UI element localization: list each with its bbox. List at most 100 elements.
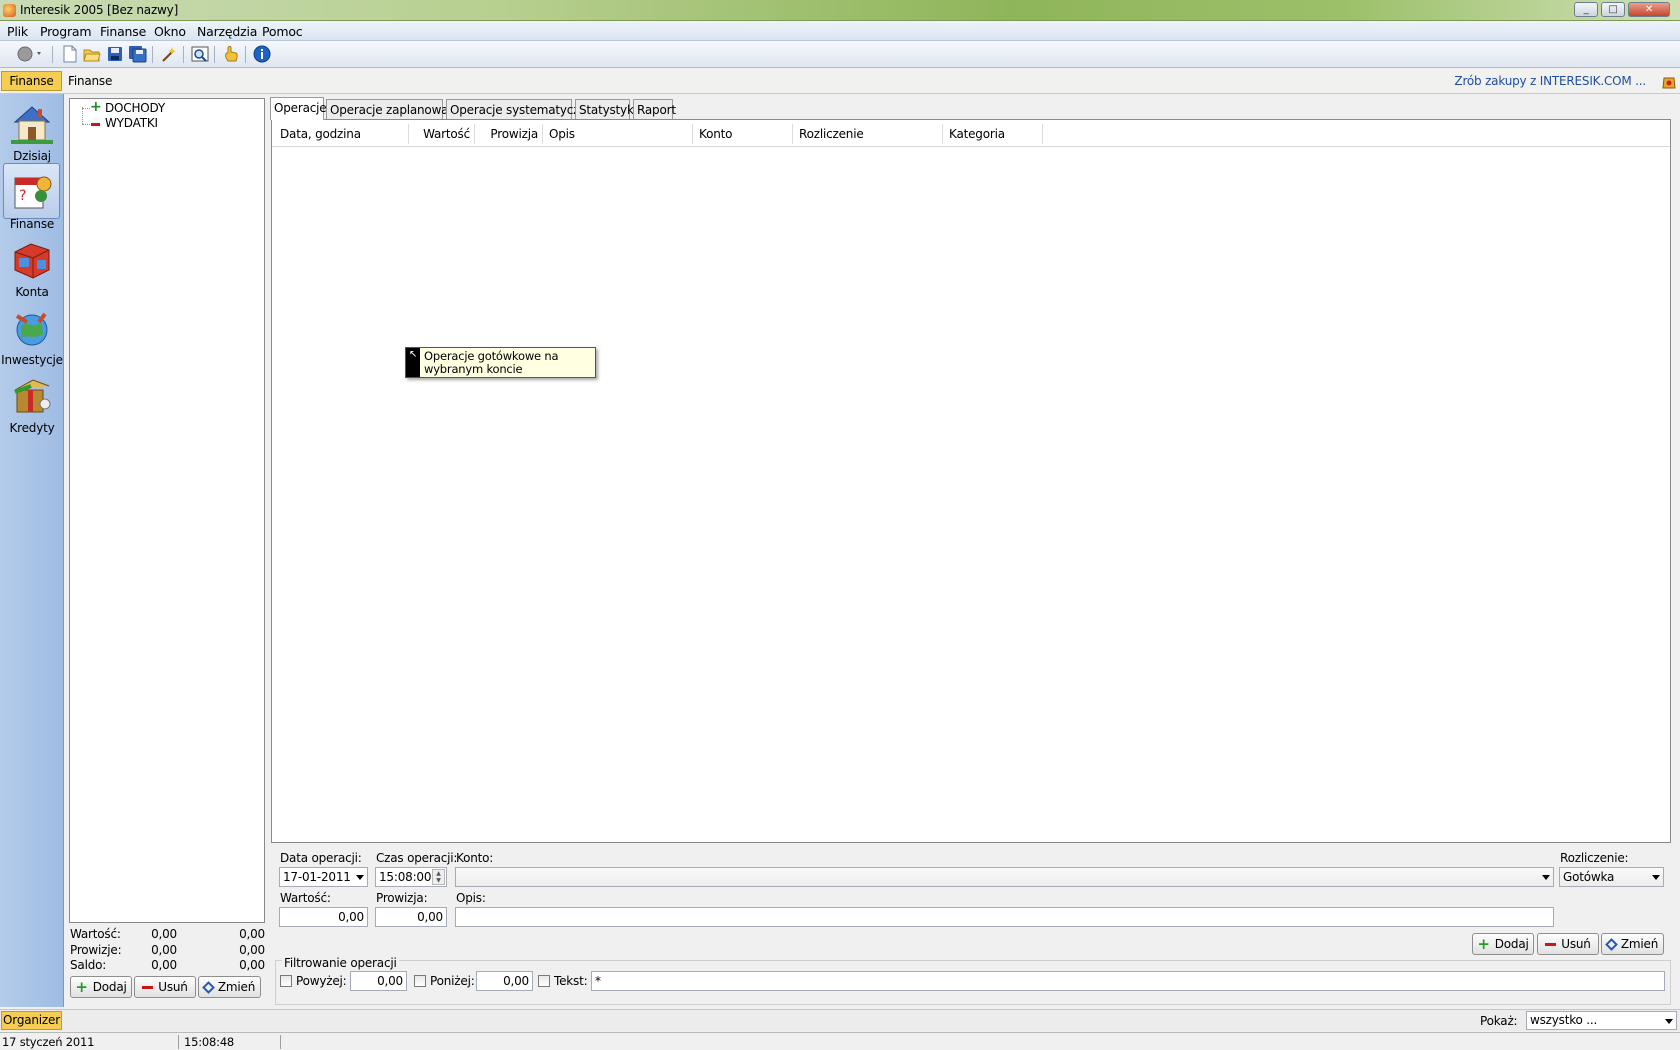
chevron-down-icon <box>1652 875 1660 880</box>
time-spinner[interactable]: 15:08:00 ▲ ▼ <box>375 867 447 887</box>
hand-icon[interactable] <box>222 45 240 63</box>
text-filter-input[interactable]: * <box>591 971 1665 991</box>
column-header[interactable]: Opis <box>543 124 693 144</box>
nav-item-dzisiaj[interactable]: Dzisiaj <box>0 100 64 166</box>
below-checkbox[interactable] <box>414 975 426 987</box>
section-tab-finanse[interactable]: Finanse <box>1 71 62 91</box>
value-label: Wartość: <box>280 891 331 905</box>
description-input[interactable] <box>455 907 1554 927</box>
totals-value-a: 0,00 <box>151 943 177 957</box>
column-header[interactable]: Kategoria <box>943 124 1043 144</box>
promo-link[interactable]: Zrób zakupy z INTERESIK.COM ... <box>1454 74 1646 88</box>
svg-text:?: ? <box>19 188 26 204</box>
plus-icon: + <box>1477 935 1490 953</box>
tab-statystyki[interactable]: Statystyki <box>575 99 637 119</box>
new-file-icon[interactable] <box>61 45 79 63</box>
account-select[interactable] <box>455 867 1554 887</box>
status-time: 15:08:48 <box>184 1035 235 1049</box>
nav-item-finanse[interactable]: ? Finanse <box>0 163 64 234</box>
accounts-box-icon <box>11 238 53 280</box>
below-label: Poniżej: <box>430 974 475 988</box>
tree-item-wydatki[interactable]: WYDATKI <box>105 116 158 130</box>
tab-operacje[interactable]: Operacje <box>270 97 327 120</box>
menu-narzedzia[interactable]: Narzędzia <box>197 24 257 39</box>
organizer-tab[interactable]: Organizer <box>1 1011 62 1030</box>
description-label: Opis: <box>456 891 486 905</box>
show-select[interactable]: wszystko ... <box>1526 1011 1677 1030</box>
menu-plik[interactable]: Plik <box>7 24 28 39</box>
text-label: Tekst: <box>554 974 588 988</box>
button-label: Zmień <box>217 980 256 994</box>
wand-icon[interactable] <box>160 45 178 63</box>
table-header: Data, godzina Wartość Prowizja Opis Kont… <box>272 120 1670 147</box>
column-header[interactable]: Prowizja <box>475 124 543 144</box>
operations-table: Data, godzina Wartość Prowizja Opis Kont… <box>271 119 1671 843</box>
column-header[interactable]: Wartość <box>409 124 475 144</box>
column-header[interactable]: Konto <box>693 124 793 144</box>
menu-program[interactable]: Program <box>40 24 92 39</box>
nav-label: Konta <box>15 285 49 299</box>
tree-add-button[interactable]: + Dodaj <box>70 976 132 998</box>
nav-item-kredyty[interactable]: Kredyty <box>0 372 64 438</box>
totals-value-b: 0,00 <box>239 958 265 972</box>
arrow-icon: ↖ <box>406 348 420 377</box>
menu-bar: Plik Program Finanse Okno Narzędzia Pomo… <box>0 21 1680 41</box>
minus-icon <box>91 123 100 126</box>
tab-operacje-systematyczne[interactable]: Operacje systematyczne <box>446 99 594 119</box>
value-input[interactable]: 0,00 <box>279 907 368 927</box>
totals-panel: Wartość: 0,00 0,00 Prowizje: 0,00 0,00 S… <box>69 925 265 975</box>
remove-operation-button[interactable]: Usuń <box>1537 933 1599 955</box>
open-folder-icon[interactable] <box>83 45 101 63</box>
tab-raport[interactable]: Raport <box>633 99 676 119</box>
diamond-icon <box>1605 937 1618 951</box>
tooltip: ↖ Operacje gotówkowe na wybranym koncie <box>405 347 596 378</box>
preview-icon[interactable] <box>191 45 209 63</box>
minimize-button[interactable]: _ <box>1574 2 1598 17</box>
menu-finanse[interactable]: Finanse <box>100 24 146 39</box>
plus-icon: + <box>75 978 88 996</box>
add-operation-button[interactable]: + Dodaj <box>1472 933 1534 955</box>
menu-pomoc[interactable]: Pomoc <box>262 24 303 39</box>
above-checkbox[interactable] <box>280 975 292 987</box>
record-icon[interactable] <box>16 45 41 63</box>
plus-icon: + <box>90 99 102 115</box>
tree-remove-button[interactable]: Usuń <box>134 976 196 998</box>
category-tree: + DOCHODY WYDATKI <box>69 98 265 923</box>
status-bar: 17 styczeń 2011 15:08:48 <box>0 1032 1680 1050</box>
nav-item-konta[interactable]: Konta <box>0 236 64 302</box>
nav-item-inwestycje[interactable]: Inwestycje <box>0 304 64 370</box>
tree-item-dochody[interactable]: DOCHODY <box>105 101 165 115</box>
tree-line <box>82 108 90 109</box>
above-input[interactable]: 0,00 <box>350 971 407 991</box>
save-all-icon[interactable] <box>128 45 147 63</box>
save-icon[interactable] <box>106 45 124 63</box>
left-nav: Dzisiaj ? Finanse Konta Inwestycje Kredy… <box>0 94 64 1007</box>
date-picker[interactable]: 17-01-2011 <box>279 867 368 887</box>
nav-label: Finanse <box>9 217 55 231</box>
button-label: Zmień <box>1620 937 1659 951</box>
toolbar <box>0 41 1680 68</box>
tree-edit-button[interactable]: Zmień <box>198 976 261 998</box>
settlement-select[interactable]: Gotówka <box>1559 867 1664 887</box>
menu-okno[interactable]: Okno <box>154 24 186 39</box>
spin-arrows-icon[interactable]: ▲ ▼ <box>432 869 445 885</box>
column-header[interactable]: Rozliczenie <box>793 124 943 144</box>
chevron-down-icon <box>1542 875 1550 880</box>
text-checkbox[interactable] <box>538 975 550 987</box>
below-input[interactable]: 0,00 <box>476 971 533 991</box>
info-icon[interactable] <box>253 45 271 63</box>
totals-value-b: 0,00 <box>239 927 265 941</box>
window-title: Interesik 2005 [Bez nazwy] <box>20 3 179 17</box>
bottom-bar: Organizer Pokaż: wszystko ... <box>0 1009 1680 1031</box>
close-button[interactable]: ✕ <box>1628 2 1670 17</box>
show-value: wszystko ... <box>1530 1013 1598 1027</box>
column-header[interactable]: Data, godzina <box>274 124 409 144</box>
show-label: Pokaż: <box>1480 1014 1518 1028</box>
edit-operation-button[interactable]: Zmień <box>1601 933 1664 955</box>
maximize-button[interactable]: □ <box>1601 2 1625 17</box>
tab-operacje-zaplanowane[interactable]: Operacje zaplanowane <box>326 99 463 119</box>
shopping-bag-icon[interactable] <box>1662 73 1676 89</box>
commission-input[interactable]: 0,00 <box>375 907 447 927</box>
breadcrumb: Finanse <box>68 74 113 88</box>
minus-icon <box>1545 942 1557 946</box>
